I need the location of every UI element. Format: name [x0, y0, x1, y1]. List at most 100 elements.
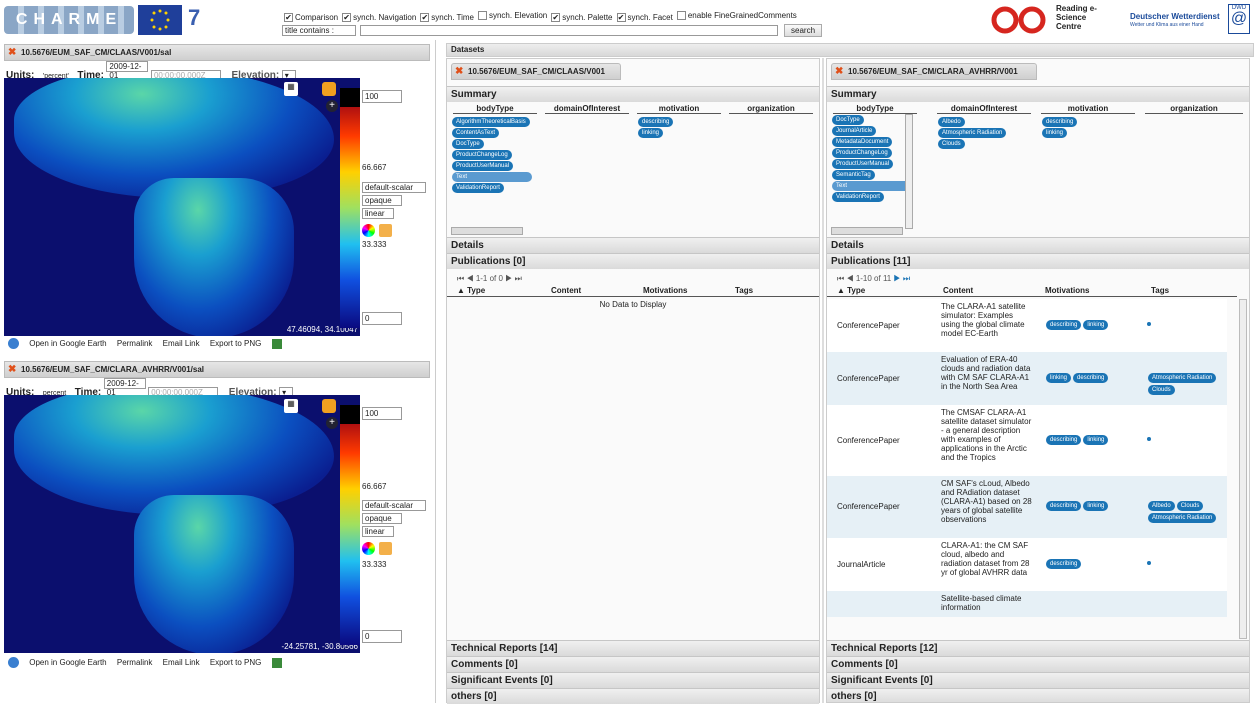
prev-page-icon[interactable]: ◀	[846, 274, 853, 283]
comments-section[interactable]: Comments [0]	[447, 656, 819, 672]
motivation-tag[interactable]: linking	[638, 128, 664, 138]
tag-chip[interactable]: Atmospheric Radiation	[1148, 513, 1217, 523]
motivation-tag[interactable]: describing	[638, 117, 674, 127]
bodytype-tag[interactable]: ContentAsText	[452, 128, 500, 138]
permalink-link[interactable]: Permalink	[117, 339, 153, 348]
auto-scale-icon[interactable]	[379, 224, 392, 237]
dataset2-header[interactable]: ✖ 10.5676/EUM_SAF_CM/CLARA_AVHRR/V001	[831, 63, 1037, 80]
col-organization[interactable]: organization	[1145, 104, 1243, 114]
palette-icon[interactable]	[362, 224, 375, 237]
pub-col-motivations[interactable]: Motivations	[1045, 286, 1089, 295]
comments-section[interactable]: Comments [0]	[827, 656, 1249, 672]
google-earth-link[interactable]: Open in Google Earth	[29, 658, 106, 667]
significant-events-section[interactable]: Significant Events [0]	[447, 672, 819, 688]
checkbox-icon[interactable]: ✔	[616, 13, 626, 22]
pub-col-type[interactable]: ▲ Type	[837, 286, 865, 295]
significant-events-section[interactable]: Significant Events [0]	[827, 672, 1249, 688]
checkbox-icon[interactable]: ✔	[551, 13, 561, 22]
dataset1-header[interactable]: ✖ 10.5676/EUM_SAF_CM/CLAAS/V001	[451, 63, 621, 80]
bodytype-tag[interactable]: SemanticTag	[832, 170, 875, 180]
close-icon[interactable]: ✖	[455, 67, 464, 77]
pan-icon[interactable]	[322, 399, 336, 413]
palette-icon[interactable]	[362, 542, 375, 555]
motivation-tag[interactable]: describing	[1073, 372, 1109, 383]
splitter[interactable]	[435, 40, 436, 703]
close-icon[interactable]: ✖	[8, 365, 17, 375]
splitter[interactable]	[822, 58, 824, 703]
style-select[interactable]: default-scalar	[362, 500, 426, 511]
motivation-tag[interactable]: describing	[1046, 319, 1082, 330]
sync-checkbox[interactable]: ✔ synch. Facet	[616, 13, 673, 22]
table-row[interactable]: ConferencePaper The CLARA-A1 satellite si…	[827, 299, 1227, 352]
first-page-icon[interactable]: ⏮	[837, 274, 844, 283]
technical-reports-section[interactable]: Technical Reports [12]	[827, 640, 1249, 656]
domain-tag[interactable]: Atmospheric Radiation	[938, 128, 1007, 138]
style-select[interactable]: default-scalar	[362, 182, 426, 193]
col-domain[interactable]: domainOfInterest	[545, 104, 629, 114]
map1-header[interactable]: ✖ 10.5676/EUM_SAF_CM/CLAAS/V001/sal	[4, 44, 430, 61]
next-page-icon[interactable]: ▶	[505, 274, 512, 283]
others-section[interactable]: others [0]	[827, 688, 1249, 702]
publications-section[interactable]: Publications [0]	[447, 253, 819, 269]
table-row[interactable]: ConferencePaper The CMSAF CLARA-A1 satell…	[827, 405, 1227, 476]
close-icon[interactable]: ✖	[835, 67, 844, 77]
domain-tag[interactable]: Clouds	[938, 139, 965, 149]
auto-scale-icon[interactable]	[379, 542, 392, 555]
checkbox-icon[interactable]: ✔	[284, 13, 293, 22]
bodytype-tag[interactable]: Text	[452, 172, 532, 182]
filter-select[interactable]: title contains :	[282, 25, 356, 36]
col-bodytype[interactable]: bodyType	[453, 104, 537, 114]
sync-checkbox[interactable]: ✔ synch. Palette	[551, 13, 613, 22]
motivation-tag[interactable]: linking	[1083, 434, 1109, 445]
tag-chip[interactable]: Clouds	[1176, 501, 1204, 511]
motivation-tag[interactable]: describing	[1046, 434, 1082, 445]
motivation-tag[interactable]: linking	[1046, 372, 1072, 383]
last-page-icon[interactable]: ⏭	[903, 274, 910, 283]
table-row[interactable]: Satellite-based climate information	[827, 591, 1227, 617]
next-page-icon[interactable]: ▶	[893, 274, 900, 283]
search-input[interactable]	[360, 25, 778, 36]
sync-checkbox[interactable]: enable FineGrainedComments	[676, 11, 797, 20]
col-motivation[interactable]: motivation	[1041, 104, 1135, 114]
search-button[interactable]: search	[784, 24, 823, 37]
bodytype-tag[interactable]: AlgorithmTheoreticalBasis	[452, 117, 530, 127]
pub-col-type[interactable]: ▲ Type	[457, 286, 485, 295]
permalink-link[interactable]: Permalink	[117, 658, 153, 667]
details-section[interactable]: Details	[827, 237, 1249, 253]
table-row[interactable]: ConferencePaper CM SAF's cLoud, Albedo an…	[827, 476, 1227, 538]
motivation-tag[interactable]: linking	[1083, 319, 1109, 330]
map2-view[interactable]: ▦ + -24.25781, -30.80566	[4, 395, 360, 653]
pub-col-tags[interactable]: Tags	[735, 286, 753, 295]
table-row[interactable]: ConferencePaper Evaluation of ERA-40 clou…	[827, 352, 1227, 405]
datasets-tab[interactable]: Datasets	[451, 45, 484, 54]
technical-reports-section[interactable]: Technical Reports [14]	[447, 640, 819, 656]
bodytype-tag[interactable]: DocType	[452, 139, 484, 149]
bookmark-icon[interactable]	[271, 657, 282, 668]
bodytype-tag[interactable]: ProductChangeLog	[452, 150, 512, 160]
google-earth-link[interactable]: Open in Google Earth	[29, 339, 106, 348]
bodytype-tag[interactable]: ValidationReport	[832, 192, 884, 202]
col-organization[interactable]: organization	[729, 104, 813, 114]
others-section[interactable]: others [0]	[447, 688, 819, 704]
layers-icon[interactable]: ▦	[284, 399, 298, 413]
opacity-select[interactable]: opaque	[362, 195, 402, 206]
checkbox-icon[interactable]	[676, 11, 686, 20]
opacity-select[interactable]: opaque	[362, 513, 402, 524]
motivation-tag[interactable]: describing	[1042, 117, 1078, 127]
bodytype-tag[interactable]: DocType	[832, 115, 864, 125]
pub-col-tags[interactable]: Tags	[1151, 286, 1169, 295]
min-value-input[interactable]: 0	[362, 630, 402, 643]
summary-section[interactable]: Summary	[827, 86, 1249, 102]
table-row[interactable]: JournalArticle CLARA-A1: the CM SAF cloud…	[827, 538, 1227, 591]
facet-scrollbar[interactable]	[451, 227, 523, 235]
motivation-tag[interactable]: linking	[1042, 128, 1068, 138]
info-icon[interactable]	[8, 338, 19, 350]
facet-vscrollbar[interactable]	[905, 114, 913, 229]
col-bodytype[interactable]: bodyType	[833, 104, 917, 114]
sync-checkbox[interactable]: ✔ synch. Navigation	[342, 13, 416, 22]
checkbox-icon[interactable]: ✔	[342, 13, 352, 22]
max-value-input[interactable]: 100	[362, 407, 402, 420]
max-value-input[interactable]: 100	[362, 90, 402, 103]
email-link[interactable]: Email Link	[163, 658, 200, 667]
facet-scrollbar[interactable]	[831, 227, 903, 235]
